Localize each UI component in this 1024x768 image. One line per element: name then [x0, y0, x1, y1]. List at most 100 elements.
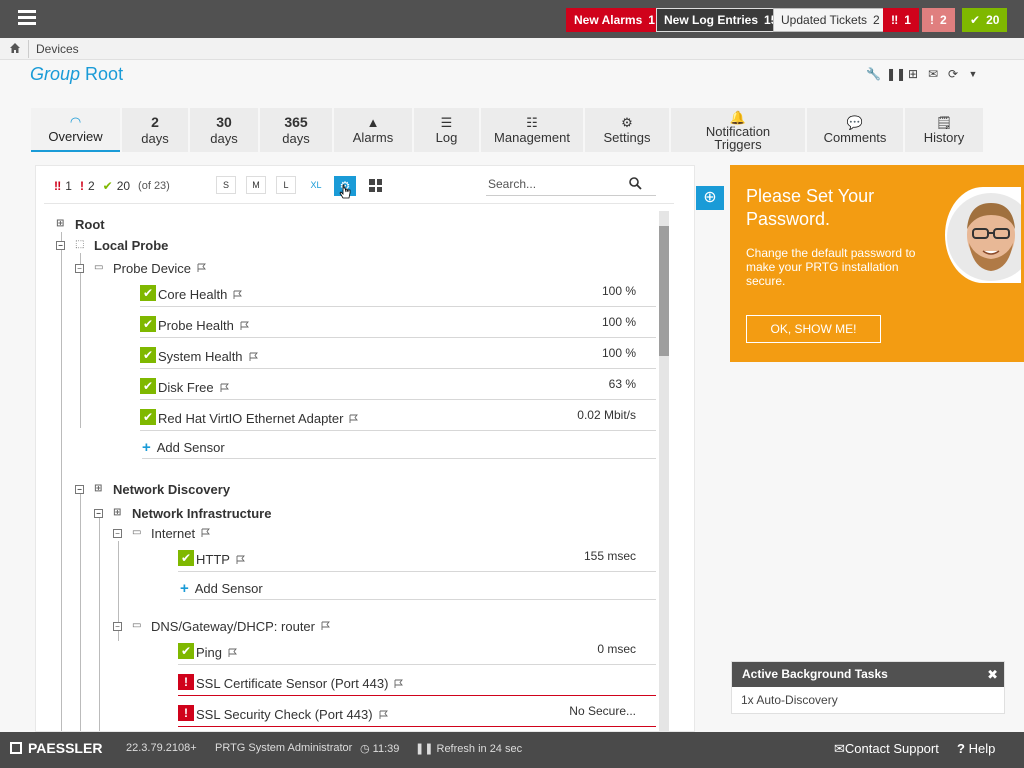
sensor-name[interactable]: System Health [158, 349, 259, 364]
tree-internet[interactable]: − ▭ Internet [113, 523, 211, 543]
background-task-item: 1x Auto-Discovery [741, 693, 838, 707]
size-l-button[interactable]: L [276, 176, 296, 194]
collapse-icon[interactable]: − [113, 621, 122, 631]
sensor-row[interactable]: ✔ Disk Free 63 % [140, 374, 656, 400]
flag-icon[interactable] [220, 383, 230, 393]
tab-alarms[interactable]: ▲ Alarms [334, 108, 412, 152]
collapse-icon[interactable]: − [56, 240, 65, 250]
flag-icon[interactable] [249, 352, 259, 362]
tab-settings[interactable]: ⚙ Settings [585, 108, 669, 152]
sensor-row[interactable]: ✔ Probe Health 100 % [140, 312, 656, 338]
tab-notification-triggers[interactable]: 🔔 Notification Triggers [671, 108, 805, 152]
pause-icon[interactable]: ❚❚ [886, 67, 906, 81]
up-sensors-button[interactable]: ✔ 20 [962, 8, 1008, 32]
down-filter[interactable]: ‼ 1 [54, 179, 72, 193]
sensor-row[interactable]: ✔ Core Health 100 % [140, 281, 656, 307]
page-title: Group Root [30, 64, 123, 85]
sensor-row[interactable]: ✔ Red Hat VirtIO Ethernet Adapter 0.02 M… [140, 405, 656, 431]
add-sensor-button[interactable]: + Add Sensor [180, 578, 656, 600]
sensor-name[interactable]: Disk Free [158, 380, 230, 395]
chevron-down-icon[interactable]: ▼ [966, 67, 980, 81]
flag-icon[interactable] [394, 679, 404, 689]
sensor-row[interactable]: ✔ Ping 0 msec [178, 639, 656, 665]
sensor-row[interactable]: ! SSL Certificate Sensor (Port 443) [178, 670, 656, 696]
sensor-name[interactable]: HTTP [196, 552, 246, 567]
sensor-name[interactable]: Probe Health [158, 318, 250, 333]
flag-icon[interactable] [233, 290, 243, 300]
refresh-icon[interactable]: ⟳ [946, 67, 960, 81]
down-filter-count: 1 [65, 179, 72, 193]
add-sensor-button[interactable]: + Add Sensor [142, 437, 656, 459]
help-label: Help [968, 741, 996, 756]
sensor-name[interactable]: SSL Security Check (Port 443) [196, 707, 389, 722]
tree-dns-gateway[interactable]: − ▭ DNS/Gateway/DHCP: router [113, 616, 331, 636]
tree-network-infrastructure[interactable]: − ⊞ Network Infrastructure [94, 503, 271, 523]
up-filter[interactable]: ✔ 20 [103, 179, 130, 193]
size-xl-button[interactable]: XL [306, 176, 326, 194]
sensor-row[interactable]: ✔ System Health 100 % [140, 343, 656, 369]
breadcrumb-devices[interactable]: Devices [36, 42, 79, 56]
sensor-name-text: SSL Certificate Sensor (Port 443) [196, 676, 389, 691]
tree-scrollbar[interactable] [659, 211, 669, 731]
mail-icon[interactable]: ✉ [926, 67, 940, 81]
tab-comments[interactable]: 💬 Comments [807, 108, 903, 152]
contact-support-link[interactable]: ✉Contact Support [834, 741, 939, 757]
tree-probe-device-label: Probe Device [113, 260, 192, 276]
tab-30-days[interactable]: 30 days [190, 108, 258, 152]
collapse-icon[interactable]: − [75, 263, 84, 273]
sensor-name[interactable]: Core Health [158, 287, 243, 302]
warning-filter[interactable]: ! 2 [80, 179, 95, 193]
tree-network-discovery[interactable]: − ⊞ Network Discovery [75, 479, 230, 499]
tile-view-icon[interactable] [369, 179, 382, 192]
help-link[interactable]: ? Help [957, 741, 995, 756]
tree-probe-device[interactable]: − ▭ Probe Device [75, 258, 207, 278]
add-widget-button[interactable]: ⊕ [696, 186, 724, 210]
flag-icon[interactable] [228, 648, 238, 658]
flag-icon[interactable] [321, 621, 331, 631]
sensor-name[interactable]: SSL Certificate Sensor (Port 443) [196, 676, 404, 691]
flag-icon[interactable] [201, 528, 211, 538]
tab-30-days-number: 30 [216, 113, 232, 130]
new-log-entries-button[interactable]: New Log Entries 15 [656, 8, 786, 32]
tab-log[interactable]: ☰ Log [414, 108, 479, 152]
scrollbar-thumb[interactable] [659, 226, 669, 356]
toolbar-divider [44, 203, 674, 204]
tab-2-days[interactable]: 2 days [122, 108, 188, 152]
close-icon[interactable]: ✖ [987, 662, 998, 687]
flag-icon[interactable] [236, 555, 246, 565]
search-icon[interactable] [628, 176, 642, 190]
ok-show-me-button[interactable]: OK, SHOW ME! [746, 315, 881, 343]
tab-overview[interactable]: ◠ Overview [31, 108, 120, 152]
tree-local-probe[interactable]: − ⬚ Local Probe [56, 235, 168, 255]
collapse-icon[interactable]: − [94, 508, 103, 518]
home-icon[interactable] [9, 42, 21, 54]
size-s-button[interactable]: S [216, 176, 236, 194]
paessler-logo[interactable]: PAESSLER [10, 740, 102, 756]
search-input[interactable] [486, 174, 626, 194]
plus-circle-icon: ⊕ [703, 189, 717, 206]
updated-tickets-button[interactable]: Updated Tickets 2 [773, 8, 888, 32]
new-alarms-button[interactable]: New Alarms 1 [566, 8, 663, 32]
tab-management[interactable]: ☷ Management [481, 108, 583, 152]
sensor-row[interactable]: ✔ HTTP 155 msec [178, 546, 656, 572]
sensor-row[interactable]: ! SSL Security Check (Port 443) No Secur… [178, 701, 656, 727]
warning-sensors-button[interactable]: ! 2 [922, 8, 955, 32]
collapse-icon[interactable]: − [75, 484, 84, 494]
flag-icon[interactable] [240, 321, 250, 331]
add-report-icon[interactable]: ⊞ [906, 67, 920, 81]
tab-365-days[interactable]: 365 days [260, 108, 332, 152]
tab-history[interactable]: 🗒 History [905, 108, 983, 152]
flag-icon[interactable] [349, 414, 359, 424]
current-user[interactable]: PRTG System Administrator [215, 742, 352, 754]
refresh-timer[interactable]: ❚❚ Refresh in 24 sec [415, 742, 522, 755]
collapse-icon[interactable]: − [113, 528, 122, 538]
flag-icon[interactable] [379, 710, 389, 720]
size-m-button[interactable]: M [246, 176, 266, 194]
down-sensors-button[interactable]: ‼ 1 [883, 8, 919, 32]
hamburger-menu-icon[interactable] [18, 10, 36, 26]
sensor-name[interactable]: Ping [196, 645, 238, 660]
wrench-icon[interactable]: 🔧 [866, 67, 881, 81]
tree-root[interactable]: ⊞ Root [56, 214, 105, 234]
flag-icon[interactable] [197, 263, 207, 273]
sensor-name[interactable]: Red Hat VirtIO Ethernet Adapter [158, 411, 359, 426]
